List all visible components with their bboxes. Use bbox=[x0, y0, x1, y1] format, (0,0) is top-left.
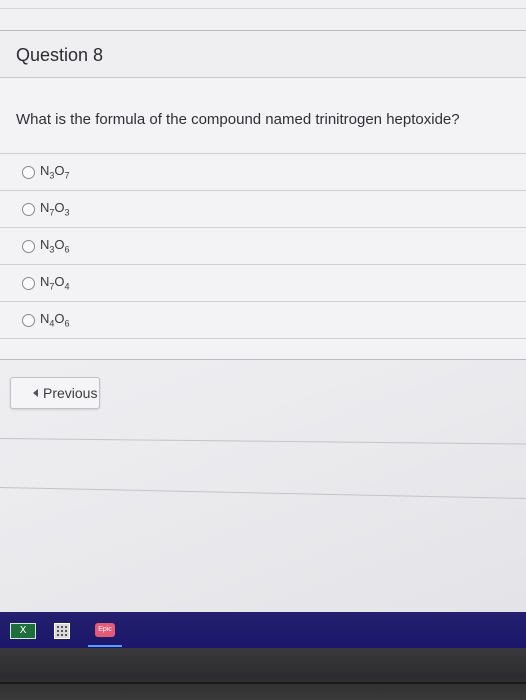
answer-option-label: N3O7 bbox=[40, 163, 70, 181]
caret-left-icon bbox=[33, 389, 38, 397]
radio-button[interactable] bbox=[22, 240, 35, 253]
previous-button-label: Previous bbox=[43, 385, 98, 401]
answer-option-label: N3O6 bbox=[40, 237, 70, 255]
answer-option[interactable]: N4O6 bbox=[0, 301, 526, 339]
radio-button[interactable] bbox=[22, 314, 35, 327]
question-card: Question 8 What is the formula of the co… bbox=[0, 30, 526, 360]
browser-viewport: Question 8 What is the formula of the co… bbox=[0, 0, 526, 612]
radio-button[interactable] bbox=[22, 166, 35, 179]
divider bbox=[0, 438, 526, 445]
monitor-bezel bbox=[0, 648, 526, 700]
top-strip bbox=[0, 0, 526, 31]
epic-app-icon[interactable]: Epic bbox=[95, 623, 115, 637]
answer-options: N3O7 N7O3 N3O6 N7O4 N4O6 bbox=[0, 153, 526, 339]
answer-option-label: N7O4 bbox=[40, 274, 70, 292]
excel-icon[interactable]: X bbox=[10, 623, 36, 639]
question-text: What is the formula of the compound name… bbox=[16, 111, 460, 128]
question-header: Question 8 bbox=[0, 31, 526, 78]
calculator-icon[interactable] bbox=[54, 623, 70, 639]
answer-option[interactable]: N3O7 bbox=[0, 153, 526, 190]
answer-option[interactable]: N7O4 bbox=[0, 264, 526, 301]
question-title: Question 8 bbox=[16, 45, 104, 65]
radio-button[interactable] bbox=[22, 277, 35, 290]
answer-option-label: N4O6 bbox=[40, 311, 70, 329]
active-app-indicator bbox=[88, 645, 122, 647]
previous-button[interactable]: Previous bbox=[10, 377, 100, 409]
answer-option-label: N7O3 bbox=[40, 200, 70, 218]
bezel-edge bbox=[0, 682, 526, 684]
radio-button[interactable] bbox=[22, 203, 35, 216]
taskbar: X Epic bbox=[0, 612, 526, 648]
answer-option[interactable]: N7O3 bbox=[0, 190, 526, 227]
divider bbox=[0, 8, 526, 9]
answer-option[interactable]: N3O6 bbox=[0, 227, 526, 264]
divider bbox=[0, 487, 526, 500]
